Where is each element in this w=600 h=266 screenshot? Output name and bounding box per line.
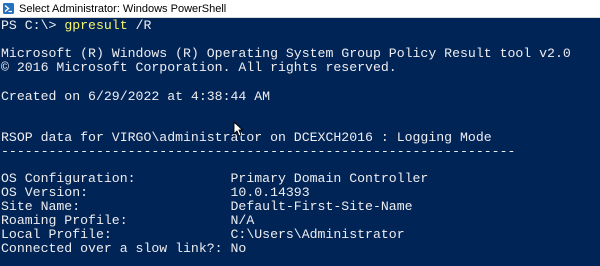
os-configuration-line: OS Configuration: Primary Domain Control… [1, 171, 429, 186]
command-argument: /R [127, 19, 152, 33]
created-on-line: Created on 6/29/2022 at 4:38:44 AM [1, 89, 271, 104]
local-profile-line: Local Profile: C:\Users\Administrator [1, 227, 405, 242]
separator-line: ----------------------------------------… [1, 144, 516, 159]
copyright-line: © 2016 Microsoft Corporation. All rights… [1, 60, 397, 75]
rsop-header-line: RSOP data for VIRGO\administrator on DCE… [1, 130, 492, 145]
site-name-line: Site Name: Default-First-Site-Name [1, 199, 413, 214]
mouse-pointer-icon [233, 121, 243, 137]
window-title: Select Administrator: Windows PowerShell [19, 2, 227, 15]
os-version-line: OS Version: 10.0.14393 [1, 185, 310, 200]
roaming-profile-line: Roaming Profile: N/A [1, 213, 255, 228]
tool-header-line: Microsoft (R) Windows (R) Operating Syst… [1, 46, 571, 61]
slow-link-line: Connected over a slow link?: No [1, 241, 247, 256]
console-output[interactable]: PS C:\> gpresult /R Microsoft (R) Window… [0, 19, 600, 266]
powershell-window: Select Administrator: Windows PowerShell… [0, 0, 600, 266]
powershell-icon [3, 3, 14, 14]
command-text: gpresult [64, 19, 128, 33]
title-bar[interactable]: Select Administrator: Windows PowerShell [0, 0, 600, 18]
prompt-line: PS C:\> gpresult /R [1, 19, 151, 33]
prompt-prefix: PS C:\> [1, 19, 65, 33]
